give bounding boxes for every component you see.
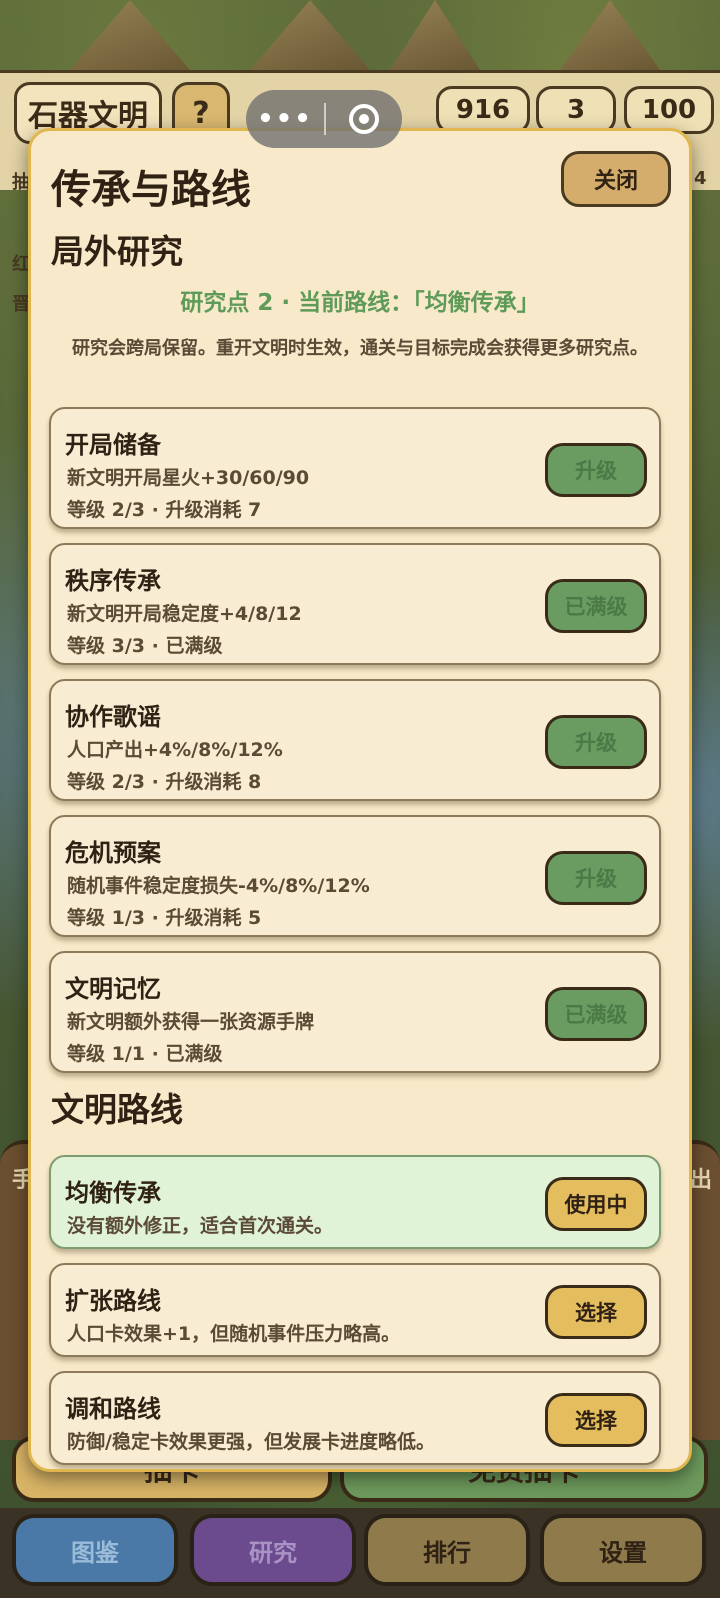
research-name: 文明记忆 bbox=[65, 975, 161, 1003]
research-note: 研究会跨局保留。重开文明时生效，通关与目标完成会获得更多研究点。 bbox=[72, 338, 648, 359]
route-select-button[interactable]: 选择 bbox=[545, 1285, 647, 1339]
upgrade-button[interactable]: 升级 bbox=[545, 443, 647, 497]
stat-population: 3 bbox=[536, 86, 616, 134]
upgrade-button[interactable]: 升级 bbox=[545, 851, 647, 905]
research-card: 危机预案 随机事件稳定度损失-4%/8%/12% 等级 1/3 · 升级消耗 5… bbox=[49, 815, 661, 937]
research-card: 开局储备 新文明开局星火+30/60/90 等级 2/3 · 升级消耗 7 升级 bbox=[49, 407, 661, 529]
miniprogram-capsule: ••• bbox=[246, 90, 402, 148]
research-section-title: 局外研究 bbox=[51, 232, 183, 271]
research-desc: 随机事件稳定度损失-4%/8%/12% bbox=[67, 875, 370, 897]
research-level: 等级 1/1 · 已满级 bbox=[67, 1043, 223, 1065]
route-name: 均衡传承 bbox=[65, 1179, 161, 1207]
close-miniprogram-button[interactable] bbox=[326, 104, 402, 134]
nav-research[interactable]: 研究 bbox=[190, 1514, 356, 1586]
route-in-use-button[interactable]: 使用中 bbox=[545, 1177, 647, 1231]
route-desc: 防御/稳定卡效果更强，但发展卡进度略低。 bbox=[67, 1431, 435, 1453]
route-card[interactable]: 调和路线 防御/稳定卡效果更强，但发展卡进度略低。 选择 bbox=[49, 1371, 661, 1465]
hidden-label: 4 bbox=[694, 168, 707, 189]
research-level: 等级 1/3 · 升级消耗 5 bbox=[67, 907, 262, 929]
research-card: 协作歌谣 人口产出+4%/8%/12% 等级 2/3 · 升级消耗 8 升级 bbox=[49, 679, 661, 801]
maxed-button[interactable]: 已满级 bbox=[545, 987, 647, 1041]
stat-resource: 916 bbox=[436, 86, 530, 134]
nav-ranking[interactable]: 排行 bbox=[364, 1514, 530, 1586]
more-menu-icon[interactable]: ••• bbox=[246, 90, 324, 148]
modal-title: 传承与路线 bbox=[51, 167, 251, 213]
target-icon bbox=[349, 104, 379, 134]
route-section-title: 文明路线 bbox=[51, 1090, 183, 1129]
research-card: 文明记忆 新文明额外获得一张资源手牌 等级 1/1 · 已满级 已满级 bbox=[49, 951, 661, 1073]
research-name: 协作歌谣 bbox=[65, 703, 161, 731]
route-select-button[interactable]: 选择 bbox=[545, 1393, 647, 1447]
nav-settings[interactable]: 设置 bbox=[540, 1514, 706, 1586]
close-button[interactable]: 关闭 bbox=[561, 151, 671, 207]
route-name: 扩张路线 bbox=[65, 1287, 161, 1315]
stat-stability: 100 bbox=[624, 86, 714, 134]
research-desc: 新文明开局稳定度+4/8/12 bbox=[67, 603, 302, 625]
hand-side-label: 出 bbox=[689, 1168, 712, 1193]
research-points-status: 研究点 2 · 当前路线：「均衡传承」 bbox=[180, 290, 540, 316]
research-level: 等级 3/3 · 已满级 bbox=[67, 635, 223, 657]
research-level: 等级 2/3 · 升级消耗 7 bbox=[67, 499, 262, 521]
route-desc: 没有额外修正，适合首次通关。 bbox=[67, 1215, 334, 1237]
research-name: 秩序传承 bbox=[65, 567, 161, 595]
research-desc: 新文明额外获得一张资源手牌 bbox=[67, 1011, 315, 1033]
maxed-button[interactable]: 已满级 bbox=[545, 579, 647, 633]
research-name: 开局储备 bbox=[65, 431, 161, 459]
nav-codex[interactable]: 图鉴 bbox=[12, 1514, 178, 1586]
research-desc: 新文明开局星火+30/60/90 bbox=[67, 467, 310, 489]
research-card: 秩序传承 新文明开局稳定度+4/8/12 等级 3/3 · 已满级 已满级 bbox=[49, 543, 661, 665]
route-desc: 人口卡效果+1，但随机事件压力略高。 bbox=[67, 1323, 401, 1345]
research-name: 危机预案 bbox=[65, 839, 161, 867]
upgrade-button[interactable]: 升级 bbox=[545, 715, 647, 769]
route-card[interactable]: 扩张路线 人口卡效果+1，但随机事件压力略高。 选择 bbox=[49, 1263, 661, 1357]
route-card-active[interactable]: 均衡传承 没有额外修正，适合首次通关。 使用中 bbox=[49, 1155, 661, 1249]
research-level: 等级 2/3 · 升级消耗 8 bbox=[67, 771, 262, 793]
route-name: 调和路线 bbox=[65, 1395, 161, 1423]
research-desc: 人口产出+4%/8%/12% bbox=[67, 739, 283, 761]
heritage-routes-modal: 传承与路线 关闭 局外研究 研究点 2 · 当前路线：「均衡传承」 研究会跨局保… bbox=[28, 128, 692, 1472]
